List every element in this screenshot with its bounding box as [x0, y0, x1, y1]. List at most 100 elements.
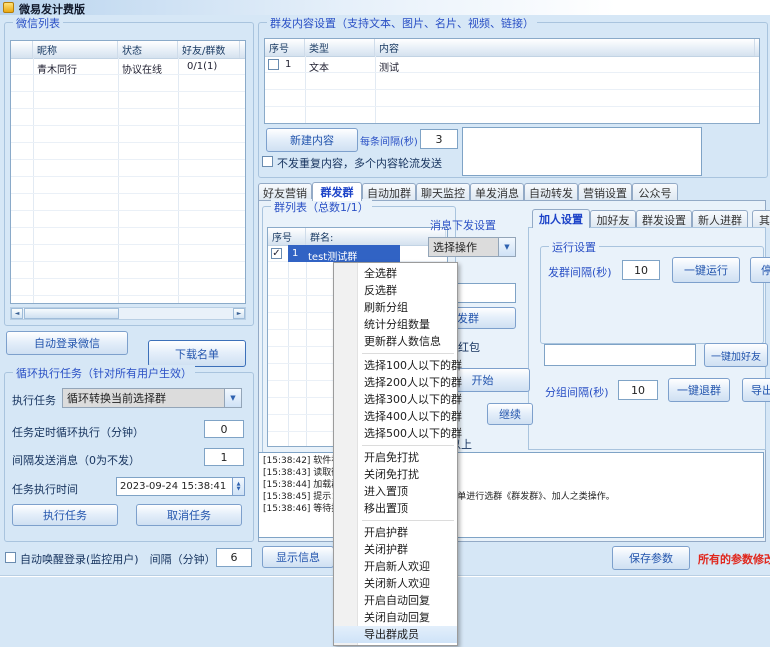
account-status: 协议在线 — [122, 61, 162, 76]
group-list-caption: 群列表（总数1/1） — [271, 199, 372, 215]
tab-marketing-settings[interactable]: 营销设置 — [578, 183, 632, 201]
menu-item-refresh-groups[interactable]: 刷新分组 — [334, 299, 457, 316]
menu-item-welcome-off[interactable]: 关闭新人欢迎 — [334, 575, 457, 592]
norepeat-checkbox[interactable] — [262, 156, 273, 167]
content-header-type[interactable]: 类型 — [305, 39, 375, 56]
menu-separator — [334, 442, 457, 449]
add-friend-input[interactable] — [544, 344, 696, 366]
send-interval-label: 发群间隔(秒) — [548, 264, 612, 280]
continue-button[interactable]: 继续 — [487, 403, 533, 425]
account-counts: 0/1(1) — [187, 61, 217, 72]
dispatch-label: 消息下发设置 — [430, 217, 496, 233]
subtab-add-settings[interactable]: 加人设置 — [532, 209, 590, 228]
scroll-thumb[interactable] — [24, 308, 119, 319]
menu-item-select-under-500[interactable]: 选择500人以下的群 — [334, 425, 457, 442]
group-gap-label: 分组间隔(秒) — [545, 384, 609, 400]
wake-checkbox[interactable] — [5, 552, 16, 563]
new-content-button[interactable]: 新建内容 — [266, 128, 358, 152]
menu-item-select-under-300[interactable]: 选择300人以下的群 — [334, 391, 457, 408]
subtab-add-friend[interactable]: 加好友 — [590, 210, 636, 228]
datetime-spinner[interactable]: ▲▼ — [232, 477, 245, 496]
account-list-caption: 微信列表 — [13, 15, 63, 31]
subtab-newcomer[interactable]: 新人进群 — [692, 210, 748, 228]
app-window: 微易发计费版 微信列表 昵称 状态 好友/群数 青木同行 协议在线 0/1(1)… — [0, 0, 770, 647]
group-gap-input[interactable]: 10 — [618, 380, 658, 400]
scroll-left-icon[interactable]: ◄ — [11, 308, 23, 319]
menu-item-count-groups[interactable]: 统计分组数量 — [334, 316, 457, 333]
show-info-button[interactable]: 显示信息 — [262, 546, 334, 568]
group-row-name: test测试群 — [308, 248, 357, 263]
account-header-status[interactable]: 状态 — [118, 41, 178, 58]
exec-task-combobox[interactable]: 循环转换当前选择群 ▼ — [62, 388, 242, 408]
one-key-run-button[interactable]: 一键运行 — [672, 257, 740, 283]
menu-item-select-under-200[interactable]: 选择200人以下的群 — [334, 374, 457, 391]
content-header-index[interactable]: 序号 — [265, 39, 305, 56]
cancel-task-button[interactable]: 取消任务 — [136, 504, 242, 526]
menu-item-select-all[interactable]: 全选群 — [334, 265, 457, 282]
group-row-checkbox[interactable] — [271, 248, 282, 259]
menu-item-mute-on[interactable]: 开启免打扰 — [334, 449, 457, 466]
tab-auto-forward[interactable]: 自动转发 — [524, 183, 578, 201]
loop-interval-input[interactable]: 0 — [204, 420, 244, 438]
subtab-send-settings[interactable]: 群发设置 — [636, 210, 692, 228]
task-datetime-field[interactable]: 2023-09-24 15:38:41 — [116, 477, 233, 496]
chevron-down-icon[interactable]: ▼ — [224, 389, 241, 407]
menu-item-select-under-100[interactable]: 选择100人以下的群 — [334, 357, 457, 374]
msg-gap-input[interactable]: 1 — [204, 448, 244, 466]
menu-item-autoreply-off[interactable]: 关闭自动回复 — [334, 609, 457, 626]
export-members-button[interactable]: 导出 — [742, 378, 770, 402]
content-table-header: 序号 类型 内容 — [265, 39, 759, 57]
menu-item-export-members[interactable]: 导出群成员 — [334, 626, 457, 643]
menu-item-mute-off[interactable]: 关闭免打扰 — [334, 466, 457, 483]
loop-interval-label: 任务定时循环执行（分钟） — [12, 424, 144, 440]
menu-item-update-member-info[interactable]: 更新群人数信息 — [334, 333, 457, 350]
content-row-index: 1 — [285, 59, 291, 70]
scroll-right-icon[interactable]: ► — [233, 308, 245, 319]
task-time-label: 任务执行时间 — [12, 481, 78, 497]
auto-login-button[interactable]: 自动登录微信 — [6, 331, 128, 355]
per-msg-interval-input[interactable]: 3 — [420, 129, 458, 149]
account-table: 昵称 状态 好友/群数 青木同行 协议在线 0/1(1) — [10, 40, 246, 304]
content-preview-box[interactable] — [462, 127, 702, 176]
subtab-other[interactable]: 其他 — [752, 210, 770, 228]
content-caption: 群发内容设置（支持文本、图片、名片、视频、链接） — [267, 15, 537, 31]
one-key-leave-button[interactable]: 一键退群 — [668, 378, 730, 402]
loop-task-caption: 循环执行任务（针对所有用户生效） — [13, 365, 195, 381]
account-header-counts[interactable]: 好友/群数 — [178, 41, 240, 58]
stop-run-button[interactable]: 停止 — [750, 257, 770, 283]
per-msg-interval-label: 每条间隔(秒) — [360, 133, 418, 148]
one-key-add-button[interactable]: 一键加好友 — [704, 343, 768, 367]
menu-item-select-under-400[interactable]: 选择400人以下的群 — [334, 408, 457, 425]
tab-single-send[interactable]: 单发消息 — [470, 183, 524, 201]
menu-item-unpin[interactable]: 移出置顶 — [334, 500, 457, 517]
menu-item-welcome-on[interactable]: 开启新人欢迎 — [334, 558, 457, 575]
run-task-button[interactable]: 执行任务 — [12, 504, 118, 526]
exec-task-value: 循环转换当前选择群 — [67, 390, 166, 406]
dispatch-value: 选择操作 — [433, 239, 477, 255]
msg-gap-label: 间隔发送消息（0为不发） — [12, 452, 140, 468]
content-row-checkbox[interactable] — [268, 59, 279, 70]
menu-item-invert-selection[interactable]: 反选群 — [334, 282, 457, 299]
account-table-header: 昵称 状态 好友/群数 — [11, 41, 245, 59]
account-table-hscrollbar[interactable]: ◄ ► — [10, 307, 246, 320]
context-menu: 全选群 反选群 刷新分组 统计分组数量 更新群人数信息 选择100人以下的群 选… — [333, 262, 458, 646]
menu-item-guard-off[interactable]: 关闭护群 — [334, 541, 457, 558]
dispatch-combobox[interactable]: 选择操作 ▼ — [428, 237, 516, 257]
tab-group-send[interactable]: 群发群 — [312, 182, 362, 201]
download-roster-button[interactable]: 下载名单 — [148, 340, 246, 367]
save-params-button[interactable]: 保存参数 — [612, 546, 690, 570]
tab-official-account[interactable]: 公众号 — [632, 183, 678, 201]
content-header-text[interactable]: 内容 — [375, 39, 755, 56]
chevron-down-icon[interactable]: ▼ — [498, 238, 515, 256]
wake-interval-input[interactable]: 6 — [216, 548, 252, 567]
account-header-nickname[interactable]: 昵称 — [33, 41, 118, 58]
menu-item-guard-on[interactable]: 开启护群 — [334, 524, 457, 541]
group-header-name[interactable]: 群名: — [306, 228, 446, 245]
app-icon — [3, 2, 14, 13]
tab-chat-monitor[interactable]: 聊天监控 — [416, 183, 470, 201]
group-header-index[interactable]: 序号 — [268, 228, 306, 245]
menu-item-autoreply-on[interactable]: 开启自动回复 — [334, 592, 457, 609]
menu-item-pin[interactable]: 进入置顶 — [334, 483, 457, 500]
send-interval-input[interactable]: 10 — [622, 260, 660, 280]
save-warning-text: 所有的参数修改后需要保存 — [698, 551, 770, 567]
